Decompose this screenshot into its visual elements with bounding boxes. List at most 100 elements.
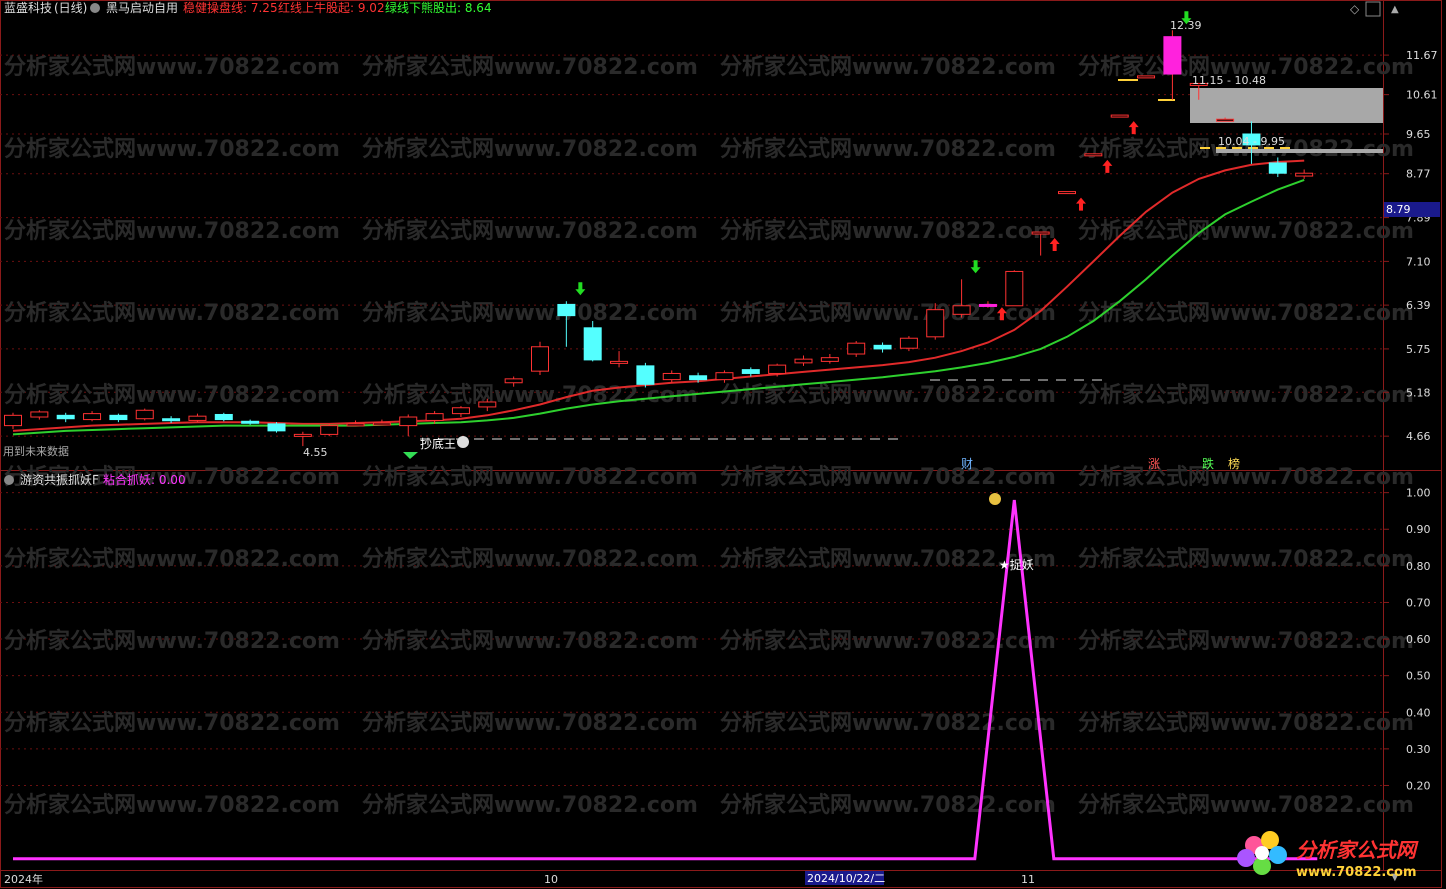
candle bbox=[662, 370, 681, 383]
y-tick-label: 0.20 bbox=[1406, 779, 1431, 792]
brand-logo: 分析家公式网 www.70822.com bbox=[1237, 831, 1419, 880]
candle bbox=[267, 422, 286, 433]
candle bbox=[1110, 114, 1129, 118]
candle bbox=[399, 414, 418, 437]
up-arrow-icon bbox=[1076, 197, 1086, 211]
candle bbox=[636, 362, 655, 388]
watermark-text: 分析家公式网www.70822.com bbox=[362, 54, 698, 80]
candle bbox=[83, 411, 102, 422]
y-tick-label: 6.39 bbox=[1406, 299, 1431, 312]
candle bbox=[188, 413, 207, 423]
watermark-text: 分析家公式网www.70822.com bbox=[362, 136, 698, 162]
watermark-text: 分析家公式网www.70822.com bbox=[362, 464, 698, 490]
watermark-text: 分析家公式网www.70822.com bbox=[362, 792, 698, 818]
y-tick-label: 0.60 bbox=[1406, 633, 1431, 646]
candle bbox=[531, 341, 549, 375]
y-tick-label: 0.40 bbox=[1406, 706, 1431, 719]
y-tick-label: 4.66 bbox=[1406, 430, 1431, 443]
watermark-text: 分析家公式网www.70822.com bbox=[4, 546, 340, 572]
y-tick-label: 8.77 bbox=[1406, 168, 1431, 181]
watermark-text: 分析家公式网www.70822.com bbox=[720, 710, 1056, 736]
watermark-text: 分析家公式网www.70822.com bbox=[4, 218, 340, 244]
candle bbox=[794, 355, 813, 366]
down-arrow-icon bbox=[575, 282, 586, 296]
y-tick-label: 10.61 bbox=[1406, 89, 1438, 102]
line-legend-green: 绿线下熊股出: 8.64 bbox=[385, 0, 492, 15]
stock-chart: 分析家公式网www.70822.com 分析家公式网www.70822.com 分析… bbox=[0, 0, 1442, 888]
candle bbox=[847, 341, 866, 357]
watermark-text: 分析家公式网www.70822.com bbox=[4, 300, 340, 326]
watermark-text: 分析家公式网www.70822.com bbox=[720, 792, 1056, 818]
time-axis: 2024年 10 2024/10/22/二 11 bbox=[4, 871, 1035, 886]
down-arrow-icon bbox=[970, 260, 981, 274]
y-tick-label: 0.70 bbox=[1406, 596, 1431, 609]
y-tick-label: 0.50 bbox=[1406, 670, 1431, 683]
candle bbox=[56, 412, 75, 423]
tag-cai: 财 bbox=[961, 457, 973, 471]
sub-indicator-settings-icon[interactable] bbox=[4, 475, 14, 485]
candle bbox=[1058, 191, 1076, 195]
candle bbox=[109, 413, 128, 423]
candle bbox=[952, 279, 971, 318]
watermark-text: 分析家公式网www.70822.com bbox=[362, 628, 698, 654]
y-tick-label: 7.10 bbox=[1406, 255, 1431, 268]
indicator-settings-icon[interactable] bbox=[90, 3, 100, 13]
y-tick-label: 5.75 bbox=[1406, 343, 1431, 356]
diamond-icon[interactable]: ◇ bbox=[1350, 2, 1360, 16]
y-tick-label: 5.18 bbox=[1406, 386, 1431, 399]
candle bbox=[214, 412, 233, 422]
watermark-text: 分析家公式网www.70822.com bbox=[4, 628, 340, 654]
watermark-text: 分析家公式网www.70822.com bbox=[362, 710, 698, 736]
toggle-box[interactable] bbox=[1365, 1, 1381, 17]
y-tick-label: 9.65 bbox=[1406, 128, 1431, 141]
up-arrow-icon bbox=[1128, 121, 1139, 135]
y-tick-label: 0.80 bbox=[1406, 560, 1431, 573]
watermark-text: 分析家公式网www.70822.com bbox=[1078, 464, 1414, 490]
candle bbox=[1137, 75, 1156, 79]
y-tick-label: 11.67 bbox=[1406, 49, 1438, 62]
watermark-text: 分析家公式网www.70822.com bbox=[1078, 218, 1414, 244]
line-legend-red: 红线上牛股起: 9.02 bbox=[278, 0, 385, 15]
zone-1-label: 11.15 - 10.48 bbox=[1192, 74, 1266, 87]
sub-header: 游资共振抓妖F 粘合抓妖: 0.00 bbox=[4, 472, 186, 487]
line-legend-stable: 稳健操盘线: 7.25 bbox=[183, 0, 278, 15]
grid-lines bbox=[0, 54, 1383, 786]
candle bbox=[135, 408, 154, 421]
watermark-text: 分析家公式网www.70822.com bbox=[362, 546, 698, 572]
candle bbox=[899, 336, 918, 352]
candle bbox=[30, 410, 49, 420]
brand-name: 分析家公式网 bbox=[1296, 838, 1419, 862]
x-label-oct: 10 bbox=[544, 873, 558, 886]
cursor-date-label: 2024/10/22/二 bbox=[807, 872, 885, 885]
watermark-text: 分析家公式网www.70822.com bbox=[4, 136, 340, 162]
candle bbox=[241, 419, 260, 425]
watermark-text: 分析家公式网www.70822.com bbox=[720, 218, 1056, 244]
watermark-text: 分析家公式网www.70822.com bbox=[1078, 300, 1414, 326]
watermark-text: 分析家公式网www.70822.com bbox=[1078, 628, 1414, 654]
watermark-text: 分析家公式网www.70822.com bbox=[720, 136, 1056, 162]
flower-logo-icon bbox=[1237, 831, 1287, 875]
watermark-text: 分析家公式网www.70822.com bbox=[1078, 792, 1414, 818]
candle bbox=[1005, 270, 1024, 307]
candle bbox=[873, 342, 892, 353]
y-tick-label: 0.90 bbox=[1406, 523, 1431, 536]
period-label: (日线) bbox=[54, 1, 87, 15]
watermark-text: 分析家公式网www.70822.com bbox=[720, 54, 1056, 80]
candle bbox=[1163, 30, 1182, 100]
watermark-text: 分析家公式网www.70822.com bbox=[720, 628, 1056, 654]
watermark-text: 分析家公式网www.70822.com bbox=[4, 792, 340, 818]
watermark-text: 分析家公式网www.70822.com bbox=[720, 382, 1056, 408]
tag-die: 跌 bbox=[1202, 456, 1214, 471]
candle bbox=[320, 423, 339, 437]
sub-indicator-name[interactable]: 游资共振抓妖F bbox=[20, 473, 99, 487]
indicator-name[interactable]: 黑马启动自用 bbox=[106, 1, 178, 15]
low-price-label: 4.55 bbox=[303, 446, 328, 459]
candle bbox=[610, 351, 629, 368]
future-data-note: 用到未来数据 bbox=[3, 444, 69, 458]
resistance-zone-2 bbox=[1216, 149, 1383, 153]
sub-line-legend: 粘合抓妖: 0.00 bbox=[103, 472, 186, 487]
watermark-text: 分析家公式网www.70822.com bbox=[362, 300, 698, 326]
scroll-up-icon[interactable]: ▲ bbox=[1391, 4, 1399, 15]
candle bbox=[1084, 153, 1103, 157]
x-label-nov: 11 bbox=[1021, 873, 1035, 886]
